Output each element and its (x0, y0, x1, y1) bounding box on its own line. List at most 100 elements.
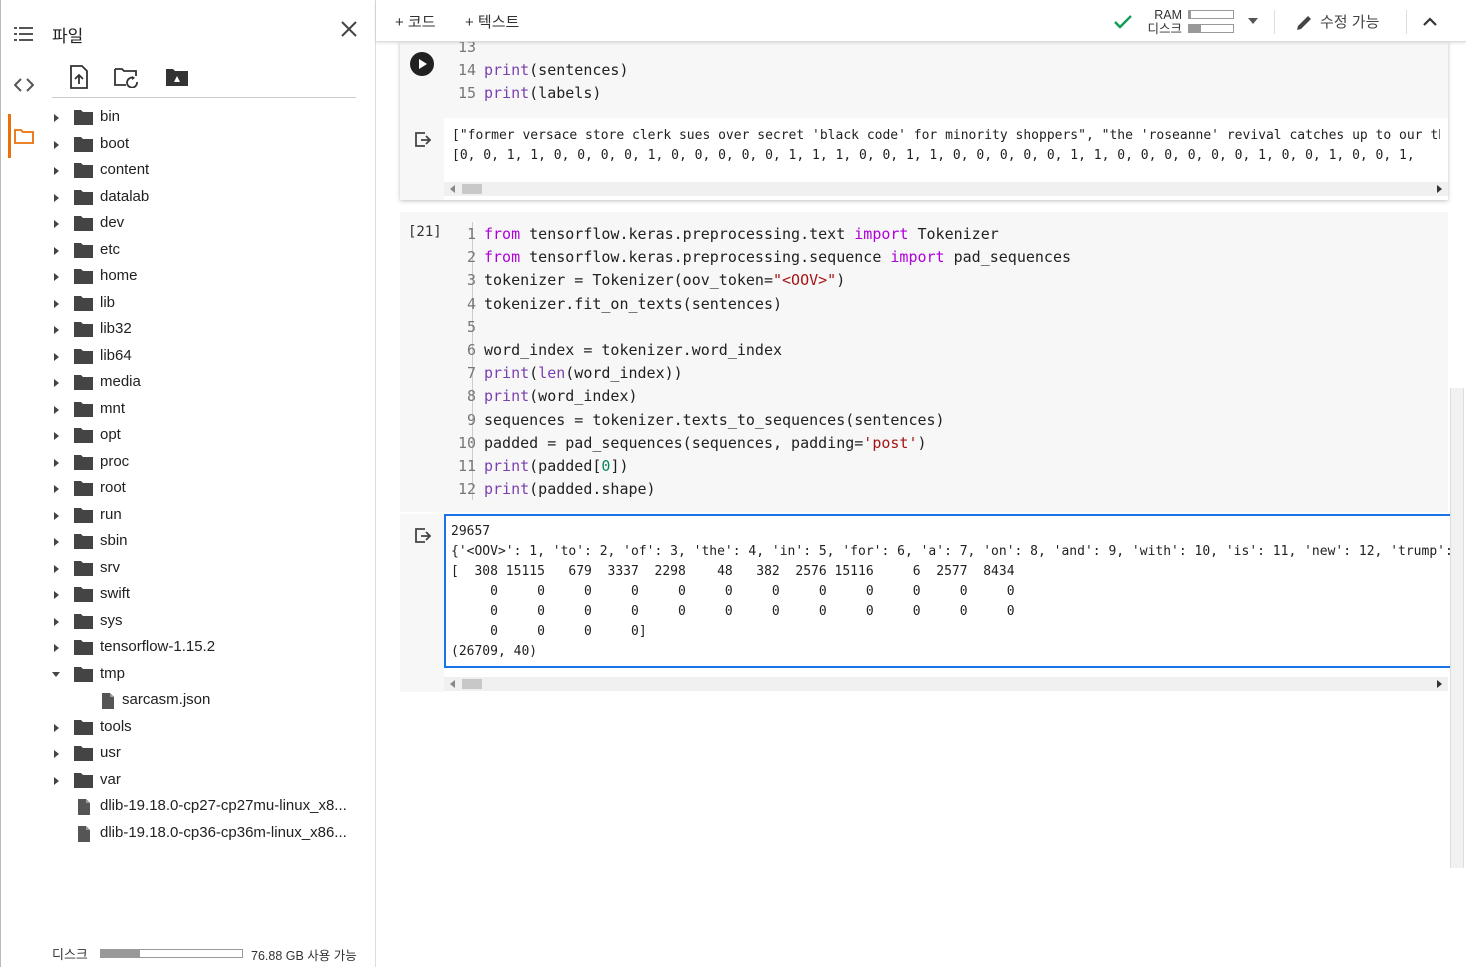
resources-indicator[interactable]: RAM 디스크 (1114, 6, 1274, 38)
folder-item[interactable]: var (44, 767, 376, 794)
folder-item[interactable]: sbin (44, 528, 376, 555)
scroll-right-icon[interactable] (1437, 680, 1442, 688)
folder-item[interactable]: swift (44, 581, 376, 608)
code-line: 15 print(labels) (450, 82, 629, 105)
scroll-right-icon[interactable] (1437, 185, 1442, 193)
caret-right-icon[interactable] (54, 405, 59, 414)
caret-right-icon[interactable] (54, 511, 59, 520)
toc-icon[interactable] (7, 17, 41, 51)
scroll-left-icon[interactable] (450, 680, 455, 688)
caret-right-icon[interactable] (54, 379, 59, 387)
folder-item[interactable]: datalab (44, 184, 376, 211)
folder-item[interactable]: bin (44, 104, 376, 131)
caret-right-icon[interactable] (54, 273, 59, 281)
folder-item[interactable]: home (44, 263, 376, 290)
folder-item[interactable]: root (44, 475, 376, 502)
scrollbar-thumb[interactable] (462, 679, 482, 689)
add-text-button[interactable]: + 텍스트 (465, 11, 519, 32)
folder-item[interactable]: opt (44, 422, 376, 449)
caret-right-icon[interactable] (54, 246, 59, 255)
refresh-folder-icon[interactable] (112, 62, 142, 92)
caret-right-icon[interactable] (54, 591, 59, 599)
edit-mode-button[interactable]: 수정 가능 (1296, 11, 1392, 31)
chevron-up-icon[interactable] (1423, 17, 1437, 26)
output-horizontal-scrollbar[interactable] (444, 677, 1448, 691)
files-icon[interactable] (7, 119, 41, 153)
tree-item-label: sbin (100, 532, 128, 549)
cell-editor[interactable]: [21] 1 from tensorflow.keras.preprocessin… (400, 212, 1448, 512)
scroll-left-icon[interactable] (450, 185, 455, 193)
folder-icon (74, 772, 93, 788)
folder-item[interactable]: lib32 (44, 316, 376, 343)
caret-right-icon[interactable] (54, 114, 59, 122)
caret-right-icon[interactable] (54, 485, 59, 493)
caret-right-icon[interactable] (54, 352, 59, 361)
folder-item[interactable]: sys (44, 608, 376, 635)
upload-file-icon[interactable] (64, 62, 94, 92)
tree-item-label: opt (100, 426, 121, 443)
code-line: 4 tokenizer.fit_on_texts(sentences) (450, 293, 1071, 316)
caret-right-icon[interactable] (54, 220, 59, 228)
folder-item[interactable]: proc (44, 449, 376, 476)
caret-right-icon[interactable] (54, 167, 59, 175)
caret-right-icon[interactable] (54, 299, 59, 308)
code-line: 12 print(padded.shape) (450, 478, 1071, 501)
folder-icon (74, 507, 93, 523)
file-item[interactable]: dlib-19.18.0-cp36-cp36m-linux_x86... (44, 820, 376, 847)
run-cell-button[interactable] (410, 52, 434, 76)
folder-item[interactable]: run (44, 502, 376, 529)
disk-bar-fill (101, 950, 141, 957)
caret-down-icon[interactable] (52, 671, 60, 677)
caret-right-icon[interactable] (54, 644, 59, 652)
notebook-vertical-scrollbar[interactable] (1450, 388, 1464, 868)
folder-item[interactable]: boot (44, 131, 376, 158)
folder-item[interactable]: tensorflow-1.15.2 (44, 634, 376, 661)
cell-editor[interactable]: 13 14 print(sentences) 15 print(labels) (400, 42, 1448, 118)
cell-code[interactable]: 1 from tensorflow.keras.preprocessing.tex… (450, 223, 1071, 501)
caret-right-icon[interactable] (54, 750, 59, 758)
caret-right-icon[interactable] (54, 617, 59, 626)
chevron-down-icon[interactable] (1248, 18, 1258, 24)
folder-icon (74, 427, 93, 443)
caret-right-icon[interactable] (54, 538, 59, 546)
output-horizontal-scrollbar[interactable] (444, 182, 1448, 196)
caret-right-icon[interactable] (54, 432, 59, 440)
folder-item[interactable]: dev (44, 210, 376, 237)
caret-right-icon[interactable] (54, 723, 59, 732)
folder-item[interactable]: tmp (44, 661, 376, 688)
folder-item[interactable]: etc (44, 237, 376, 264)
caret-right-icon[interactable] (54, 326, 59, 334)
code-snippets-icon[interactable] (7, 68, 41, 102)
tree-item-label: lib (100, 293, 116, 311)
line-number: 15 (457, 84, 476, 103)
cell-code[interactable]: 13 14 print(sentences) 15 print(labels) (450, 42, 629, 106)
output-action-icon[interactable] (414, 130, 432, 148)
code-cell[interactable]: 13 14 print(sentences) 15 print(labels) ["fo… (400, 42, 1448, 200)
folder-item[interactable]: content (44, 157, 376, 184)
folder-item[interactable]: media (44, 369, 376, 396)
caret-right-icon[interactable] (54, 140, 59, 149)
output-line: 0 0 0 0 0 0 0 0 0 0 0 0 (451, 584, 1015, 599)
toolbar-disk-label: 디스크 (1147, 22, 1182, 36)
ram-disk-labels: RAM 디스크 (1138, 8, 1182, 36)
folder-item[interactable]: srv (44, 555, 376, 582)
folder-item[interactable]: usr (44, 740, 376, 767)
output-action-icon[interactable] (414, 526, 432, 544)
code-cell[interactable]: [21] 1 from tensorflow.keras.preprocessin… (400, 212, 1455, 692)
close-icon[interactable] (338, 18, 360, 40)
tree-item-label: proc (100, 452, 130, 470)
folder-item[interactable]: lib (44, 290, 376, 317)
file-item[interactable]: sarcasm.json (44, 687, 376, 714)
folder-item[interactable]: tools (44, 714, 376, 741)
caret-right-icon[interactable] (54, 458, 59, 467)
caret-right-icon[interactable] (54, 193, 59, 202)
caret-right-icon[interactable] (54, 564, 59, 573)
folder-item[interactable]: lib64 (44, 343, 376, 370)
folder-item[interactable]: mnt (44, 396, 376, 423)
scrollbar-thumb[interactable] (462, 184, 482, 194)
add-code-button[interactable]: + 코드 (395, 11, 436, 32)
folder-icon (74, 215, 93, 231)
caret-right-icon[interactable] (54, 776, 59, 785)
mount-drive-icon[interactable] (162, 62, 192, 92)
file-item[interactable]: dlib-19.18.0-cp27-cp27mu-linux_x8... (44, 793, 376, 820)
